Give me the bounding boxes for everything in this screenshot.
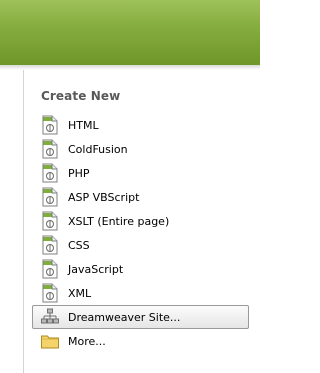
list-item-label: HTML [68,118,99,132]
create-more-item[interactable]: More... [33,329,258,353]
list-item-label: ASP VBScript [68,190,140,204]
create-php-item[interactable]: PHP [33,161,258,185]
file-document-icon [40,163,60,183]
file-document-icon [40,139,60,159]
list-item-label: JavaScript [68,262,124,276]
file-document-icon [40,235,60,255]
create-asp-vbscript-item[interactable]: ASP VBScript [33,185,258,209]
file-document-icon [40,259,60,279]
create-new-list: HTML ColdFusion PHP ASP VBScript XSLT (E… [32,113,258,353]
create-xslt-item[interactable]: XSLT (Entire page) [33,209,258,233]
list-item-label: ColdFusion [68,142,128,156]
create-html-item[interactable]: HTML [33,113,258,137]
panel-divider [23,70,24,373]
list-item-label: PHP [68,166,90,180]
list-item-label: XML [68,286,92,300]
site-hierarchy-icon [40,307,60,327]
panel-title: Create New [41,89,121,103]
list-item-label: CSS [68,238,90,252]
header-banner [0,0,260,65]
create-xml-item[interactable]: XML [33,281,258,305]
header-shadow [0,65,260,70]
list-item-label: XSLT (Entire page) [68,214,170,228]
file-document-icon [40,283,60,303]
file-document-icon [40,115,60,135]
list-item-label: More... [68,334,106,348]
file-document-icon [40,187,60,207]
create-coldfusion-item[interactable]: ColdFusion [33,137,258,161]
list-item-label: Dreamweaver Site... [68,310,181,324]
create-dreamweaver-site-item[interactable]: Dreamweaver Site... [32,305,249,329]
create-javascript-item[interactable]: JavaScript [33,257,258,281]
folder-icon [40,331,60,351]
create-css-item[interactable]: CSS [33,233,258,257]
file-document-icon [40,211,60,231]
